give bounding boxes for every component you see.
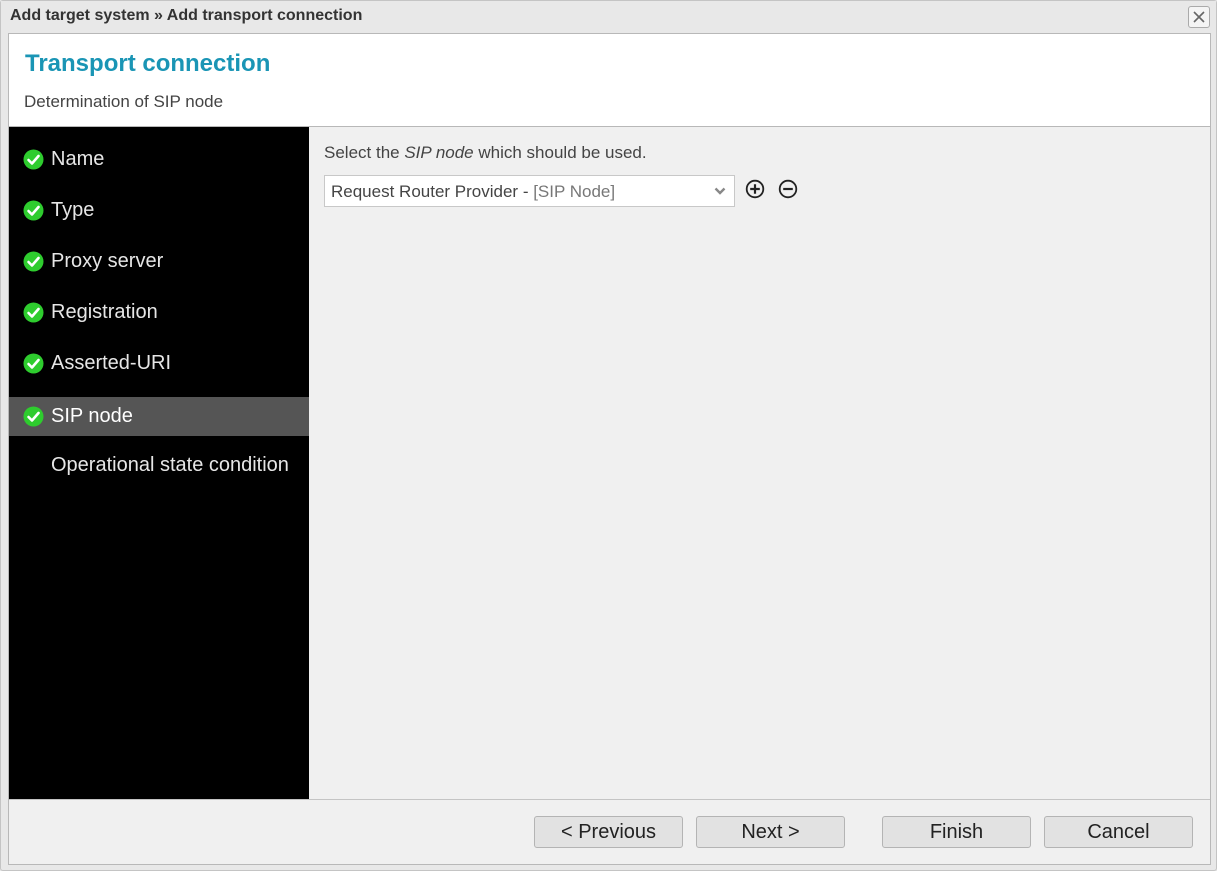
page-subtitle: Determination of SIP node (24, 92, 224, 111)
check-circle-icon (23, 200, 44, 221)
step-label: Proxy server (51, 250, 164, 272)
select-value-main: Request Router Provider - (331, 182, 534, 201)
close-button[interactable] (1188, 6, 1210, 28)
select-value: Request Router Provider - [SIP Node] (331, 182, 615, 202)
cancel-button[interactable]: Cancel (1044, 816, 1193, 848)
dialog-titlebar: Add target system » Add transport connec… (1, 1, 1216, 33)
next-button[interactable]: Next > (696, 816, 845, 848)
check-circle-icon (23, 251, 44, 272)
previous-button[interactable]: < Previous (534, 816, 683, 848)
sip-node-select[interactable]: Request Router Provider - [SIP Node] (324, 175, 735, 207)
wizard-body: Transport connection Determination of SI… (8, 33, 1211, 865)
prompt-text: which should be used. (473, 143, 647, 162)
finish-button[interactable]: Finish (882, 816, 1031, 848)
check-circle-icon (23, 353, 44, 374)
step-label: Name (51, 148, 105, 170)
wizard-footer: < Previous Next > Finish Cancel (9, 799, 1210, 864)
close-x-icon (1193, 11, 1205, 23)
step-label: Asserted-URI (51, 352, 172, 374)
step-registration[interactable]: Registration (9, 293, 309, 332)
dialog-title: Add target system » Add transport connec… (10, 7, 363, 24)
step-label: Registration (51, 301, 158, 323)
page-title: Transport connection (25, 50, 271, 77)
check-circle-icon (23, 302, 44, 323)
wizard-dialog: Add target system » Add transport connec… (0, 0, 1217, 871)
step-label: Type (51, 199, 95, 221)
step-label: SIP node (51, 405, 133, 427)
step-name[interactable]: Name (9, 140, 309, 179)
step-operational-state-condition[interactable]: Operational state condition (9, 446, 309, 485)
wizard-content: Select the SIP node which should be used… (309, 127, 1210, 799)
wizard-steps-sidebar: Name Type Proxy server Registration Asse… (9, 127, 309, 799)
check-circle-icon (23, 149, 44, 170)
check-circle-icon (23, 406, 44, 427)
step-proxy-server[interactable]: Proxy server (9, 242, 309, 281)
prompt-text: Select the (324, 143, 405, 162)
circle-minus-icon[interactable] (778, 179, 798, 199)
step-label: Operational state condition (51, 454, 289, 476)
chevron-down-icon (714, 187, 726, 195)
wizard-header: Transport connection Determination of SI… (9, 34, 1210, 127)
step-type[interactable]: Type (9, 191, 309, 230)
select-value-suffix: [SIP Node] (533, 182, 616, 201)
step-sip-node[interactable]: SIP node (9, 397, 309, 436)
step-asserted-uri[interactable]: Asserted-URI (9, 344, 309, 383)
prompt-emphasis: SIP node (404, 143, 474, 162)
sip-node-prompt: Select the SIP node which should be used… (324, 143, 647, 163)
circle-plus-icon[interactable] (745, 179, 765, 199)
